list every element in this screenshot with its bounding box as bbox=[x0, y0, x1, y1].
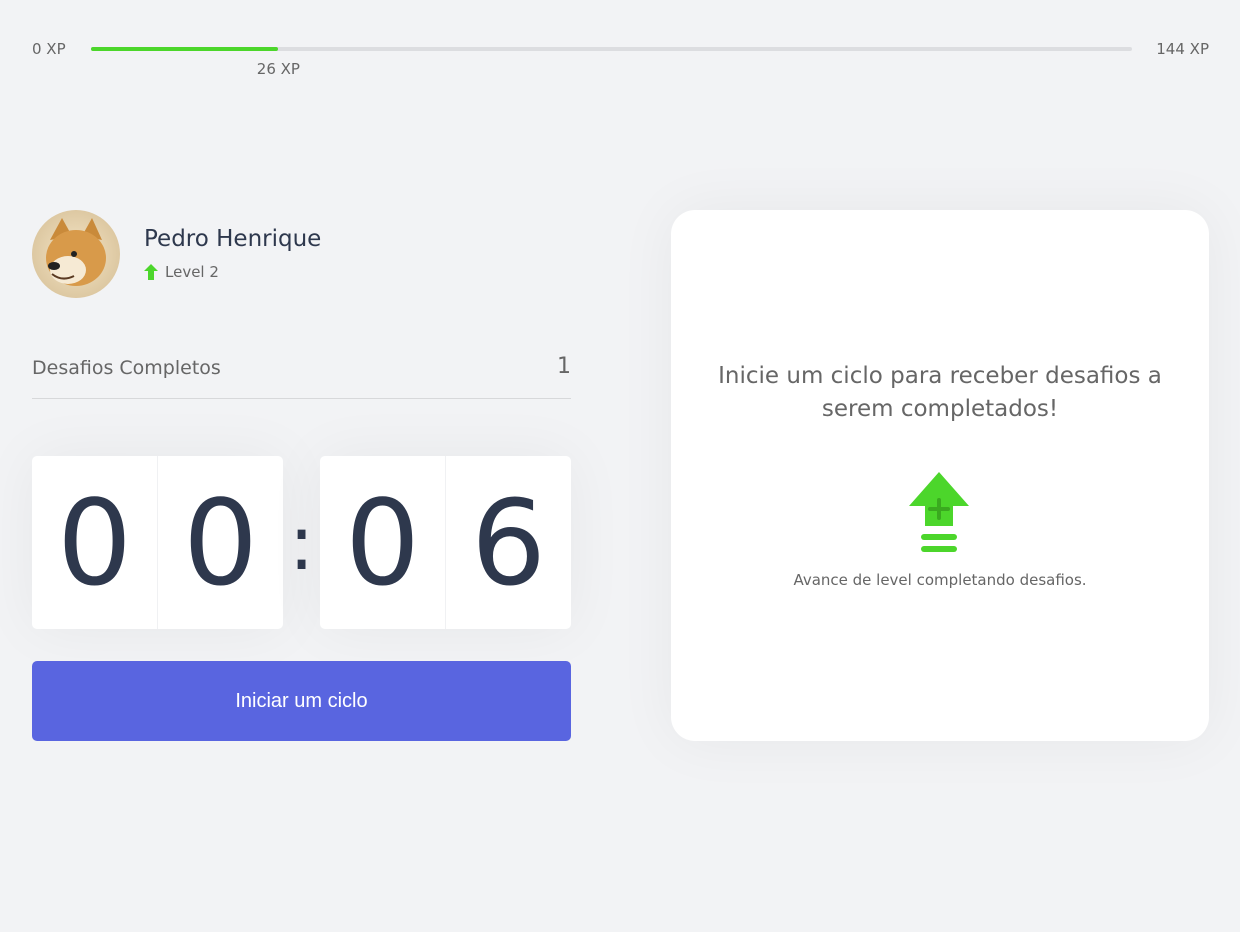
minute-digit-right: 0 bbox=[182, 473, 259, 612]
app-page: 0 XP 26 XP 144 XP Pedro Henrique Level 2… bbox=[0, 0, 1240, 932]
second-digit-right: 6 bbox=[470, 473, 547, 612]
xp-max-label: 144 XP bbox=[1156, 40, 1209, 58]
xp-progress-fill bbox=[91, 47, 279, 51]
level-up-icon bbox=[909, 472, 969, 552]
minute-digit-left: 0 bbox=[32, 456, 158, 629]
challenge-hint: Avance de level completando desafios. bbox=[793, 571, 1087, 589]
user-level: Level 2 bbox=[144, 263, 219, 281]
shiba-avatar-icon bbox=[32, 210, 120, 298]
seconds-group: 0 6 bbox=[320, 456, 571, 629]
start-cycle-button[interactable]: Iniciar um ciclo bbox=[32, 661, 571, 741]
avatar bbox=[32, 210, 120, 298]
completed-challenges-label: Desafios Completos bbox=[32, 357, 221, 379]
xp-min-label: 0 XP bbox=[32, 40, 66, 58]
user-level-label: Level 2 bbox=[165, 263, 219, 281]
completed-challenges: Desafios Completos 1 bbox=[32, 352, 571, 399]
countdown-timer: 0 0 : 0 6 bbox=[32, 456, 571, 629]
minutes-group: 0 0 bbox=[32, 456, 283, 629]
time-separator: : bbox=[288, 497, 315, 587]
user-name: Pedro Henrique bbox=[144, 226, 322, 252]
second-digit-left: 0 bbox=[320, 456, 446, 629]
challenge-empty-message: Inicie um ciclo para receber desafios a … bbox=[718, 363, 1162, 422]
level-up-arrow-icon bbox=[144, 264, 158, 280]
challenge-box: Inicie um ciclo para receber desafios a … bbox=[671, 210, 1209, 741]
xp-current-label: 26 XP bbox=[256, 60, 300, 78]
xp-progress-bar bbox=[91, 47, 1132, 51]
completed-challenges-count: 1 bbox=[557, 354, 571, 379]
